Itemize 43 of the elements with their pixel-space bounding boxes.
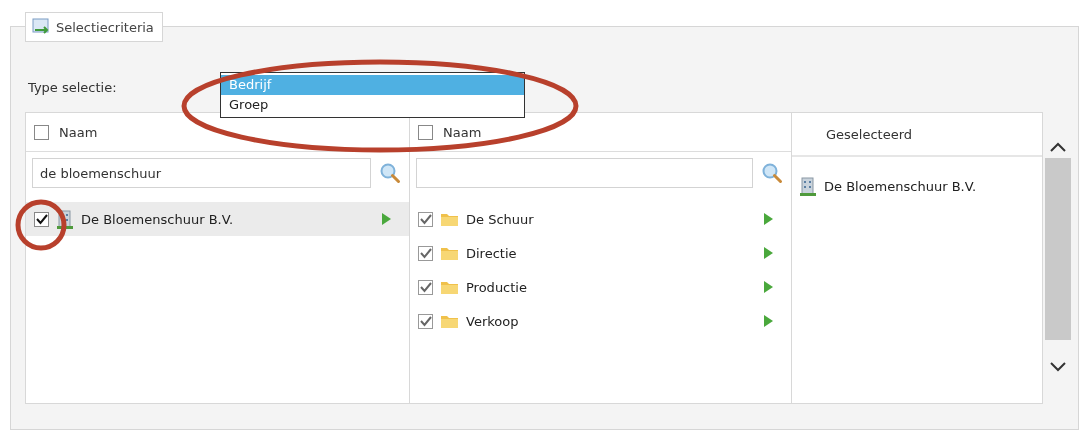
dropdown-option[interactable]: Groep: [221, 95, 524, 115]
search-field[interactable]: de bloemenschuur: [32, 158, 371, 188]
list-row[interactable]: Productie: [410, 270, 791, 304]
checkbox[interactable]: [418, 124, 433, 140]
list-row[interactable]: De Bloemenschuur B.V.: [792, 169, 1042, 203]
list-row[interactable]: De Bloemenschuur B.V.: [26, 202, 409, 236]
column-header: Naam: [443, 124, 482, 140]
expand-arrow-icon[interactable]: [764, 281, 773, 293]
list-row[interactable]: De Schuur: [410, 202, 791, 236]
column-header: Naam: [59, 124, 98, 140]
checkbox[interactable]: [418, 313, 433, 329]
item-label: De Schuur: [466, 211, 535, 227]
item-label: De Bloemenschuur B.V.: [824, 178, 978, 194]
expand-arrow-icon[interactable]: [764, 247, 773, 259]
section-title: Selectiecriteria: [56, 19, 154, 35]
search-field[interactable]: [416, 158, 753, 188]
item-label: Productie: [466, 279, 528, 295]
expand-arrow-icon[interactable]: [764, 213, 773, 225]
building-icon: [800, 176, 816, 196]
expand-arrow-icon[interactable]: [382, 213, 391, 225]
expand-arrow-icon[interactable]: [764, 315, 773, 327]
checkbox[interactable]: [418, 211, 433, 227]
search-icon[interactable]: [761, 162, 783, 184]
chevron-down-icon[interactable]: [1050, 362, 1066, 372]
checkbox[interactable]: [418, 279, 433, 295]
checkbox[interactable]: [34, 124, 49, 140]
item-label: Verkoop: [466, 313, 520, 329]
field-label: Type selectie:: [28, 80, 117, 95]
folder-icon: [441, 280, 458, 294]
item-label: De Bloemenschuur B.V.: [81, 211, 235, 227]
folder-icon: [441, 246, 458, 260]
folder-icon: [441, 314, 458, 328]
column-header: Geselecteerd: [826, 126, 913, 142]
list-row[interactable]: Verkoop: [410, 304, 791, 338]
item-label: Directie: [466, 245, 518, 261]
folder-icon: [441, 212, 458, 226]
list-row[interactable]: Directie: [410, 236, 791, 270]
checkbox[interactable]: [34, 211, 49, 227]
building-icon: [57, 209, 73, 229]
highlight-circle: [15, 199, 67, 251]
search-icon[interactable]: [379, 162, 401, 184]
checkbox[interactable]: [418, 245, 433, 261]
chevron-up-icon[interactable]: [1050, 142, 1066, 152]
